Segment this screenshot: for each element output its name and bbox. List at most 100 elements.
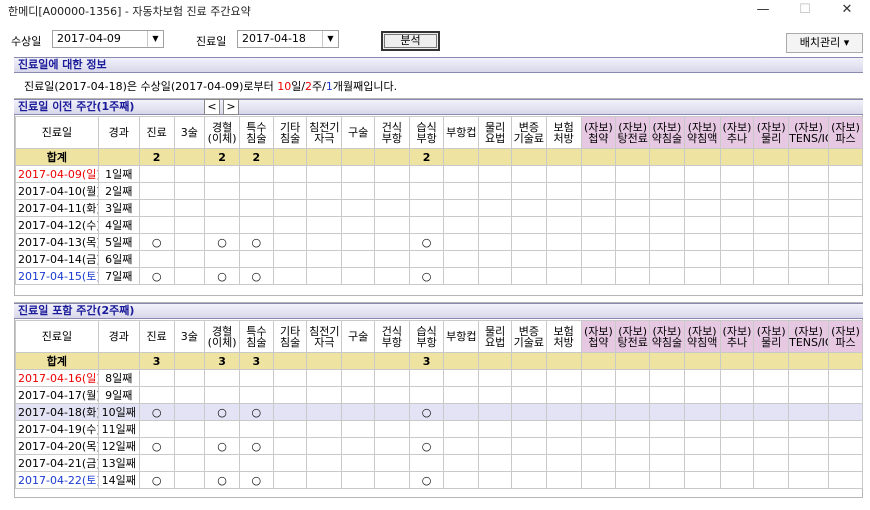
visit-date-picker[interactable]: 2017-04-18 ▼: [237, 30, 339, 48]
chevron-down-icon[interactable]: ▼: [322, 31, 338, 47]
data-cell: [373, 267, 410, 285]
column-header[interactable]: (자보) 약침술: [649, 116, 685, 149]
column-header[interactable]: (자보) 첩약: [580, 116, 617, 149]
column-header[interactable]: 진료: [138, 116, 175, 149]
data-cell: [827, 403, 864, 421]
column-header[interactable]: 3술: [173, 116, 206, 149]
column-header[interactable]: 기타 침술: [272, 320, 308, 353]
data-cell: [719, 420, 755, 438]
column-header[interactable]: (자보)TENS/ICT: [788, 320, 829, 353]
column-header[interactable]: 건식 부항: [373, 116, 410, 149]
column-header[interactable]: (자보) 첩약: [580, 320, 617, 353]
column-header[interactable]: 기타 침술: [272, 116, 308, 149]
table-row[interactable]: 2017-04-14(금) 6일째: [15, 250, 864, 268]
data-cell: [753, 386, 790, 404]
column-header[interactable]: 부항컵: [443, 116, 480, 149]
column-header[interactable]: (자보) 파스: [827, 320, 864, 353]
column-header[interactable]: 특수 침술: [238, 320, 274, 353]
column-header[interactable]: 보험 처방: [545, 116, 582, 149]
injury-date-label: 수상일: [11, 35, 42, 48]
column-header[interactable]: 침전기 자극: [306, 320, 343, 353]
column-header[interactable]: 변증 기술료: [510, 320, 547, 353]
column-header[interactable]: 경과: [97, 116, 140, 149]
close-button[interactable]: ✕: [826, 0, 868, 20]
column-header[interactable]: 진료일: [15, 116, 99, 149]
column-header[interactable]: (자보) 약침술: [649, 320, 685, 353]
column-header[interactable]: (자보) 탕전료: [615, 320, 651, 353]
column-header[interactable]: 진료: [138, 320, 175, 353]
data-cell: [719, 454, 755, 472]
column-header[interactable]: 습식 부항: [408, 320, 445, 353]
table-row[interactable]: 2017-04-17(월) 9일째: [15, 386, 864, 404]
column-header[interactable]: 3술: [173, 320, 206, 353]
data-cell: [408, 165, 445, 183]
column-header[interactable]: (자보) 추나: [719, 320, 755, 353]
data-cell: [753, 182, 790, 200]
data-cell: [545, 250, 582, 268]
chevron-down-icon[interactable]: ▼: [147, 31, 163, 47]
circle-mark: ○: [408, 267, 445, 285]
column-header[interactable]: (자보) 물리: [753, 116, 790, 149]
circle-mark: ○: [408, 233, 445, 251]
data-cell: [138, 369, 175, 387]
column-header[interactable]: 특수 침술: [238, 116, 274, 149]
analyze-button[interactable]: 분석: [381, 31, 440, 51]
table-row[interactable]: 2017-04-22(토) 14일째 ○ ○ ○ ○: [15, 471, 864, 489]
column-header[interactable]: 물리 요법: [478, 320, 512, 353]
column-header[interactable]: 진료일: [15, 320, 99, 353]
column-header[interactable]: 물리 요법: [478, 116, 512, 149]
column-header[interactable]: 부항컵: [443, 320, 480, 353]
maximize-button[interactable]: ☐: [784, 0, 826, 20]
table-row[interactable]: 2017-04-19(수) 11일째: [15, 420, 864, 438]
table-row[interactable]: 2017-04-18(화) 10일째 ○ ○ ○ ○: [15, 403, 864, 421]
column-header[interactable]: (자보) 물리: [753, 320, 790, 353]
column-header[interactable]: 경혈 (이체): [204, 116, 240, 149]
column-header[interactable]: 구술: [341, 320, 375, 353]
table-row[interactable]: 2017-04-11(화) 3일째: [15, 199, 864, 217]
column-header[interactable]: 건식 부항: [373, 320, 410, 353]
injury-date-picker[interactable]: 2017-04-09 ▼: [52, 30, 164, 48]
elapsed-cell: 11일째: [97, 420, 140, 438]
column-header[interactable]: (자보) 추나: [719, 116, 755, 149]
elapsed-cell: 10일째: [97, 403, 140, 421]
column-header[interactable]: 경혈 (이체): [204, 320, 240, 353]
column-header[interactable]: (자보) 약침액: [683, 116, 721, 149]
column-header[interactable]: 구술: [341, 116, 375, 149]
column-header[interactable]: 습식 부항: [408, 116, 445, 149]
data-cell: [753, 233, 790, 251]
table-row[interactable]: 2017-04-15(토) 7일째 ○ ○ ○ ○: [15, 267, 864, 285]
circle-mark: ○: [138, 437, 175, 455]
week2-table: 진료일 경과 진료 3술 경혈 (이체) 특수 침술 기타 침술 침전기 자극 구술 건식 부항 습식 부항 부항…: [15, 320, 864, 489]
column-header[interactable]: 경과: [97, 320, 140, 353]
column-header[interactable]: 침전기 자극: [306, 116, 343, 149]
minimize-button[interactable]: —: [742, 0, 784, 20]
visit-date-cell: 2017-04-17(월): [15, 386, 99, 404]
visit-date-cell: 2017-04-11(화): [15, 199, 99, 217]
circle-mark: ○: [138, 403, 175, 421]
table-row[interactable]: 2017-04-16(일) 8일째: [15, 369, 864, 387]
column-header[interactable]: 보험 처방: [545, 320, 582, 353]
table-row[interactable]: 2017-04-21(금) 13일째: [15, 454, 864, 472]
total-cell: [443, 352, 480, 370]
table-row[interactable]: 2017-04-13(목) 5일째 ○ ○ ○ ○: [15, 233, 864, 251]
data-cell: [649, 420, 685, 438]
column-header[interactable]: (자보) 파스: [827, 116, 864, 149]
column-header[interactable]: (자보) 탕전료: [615, 116, 651, 149]
data-cell: [580, 250, 617, 268]
column-header[interactable]: (자보) 약침액: [683, 320, 721, 353]
table-row[interactable]: 2017-04-20(목) 12일째 ○ ○ ○ ○: [15, 437, 864, 455]
batch-manage-button[interactable]: 배치관리 ▾: [786, 33, 863, 53]
table-row[interactable]: 2017-04-09(일) 1일째: [15, 165, 864, 183]
column-header[interactable]: (자보)TENS/ICT: [788, 116, 829, 149]
data-cell: [173, 420, 206, 438]
next-week-button[interactable]: >: [223, 99, 239, 115]
circle-mark: ○: [204, 437, 240, 455]
data-cell: [478, 233, 512, 251]
table-row[interactable]: 2017-04-10(월) 2일째: [15, 182, 864, 200]
data-cell: [306, 369, 343, 387]
column-header[interactable]: 변증 기술료: [510, 116, 547, 149]
data-cell: [306, 403, 343, 421]
data-cell: [341, 471, 375, 489]
prev-week-button[interactable]: <: [204, 99, 220, 115]
table-row[interactable]: 2017-04-12(수) 4일째: [15, 216, 864, 234]
